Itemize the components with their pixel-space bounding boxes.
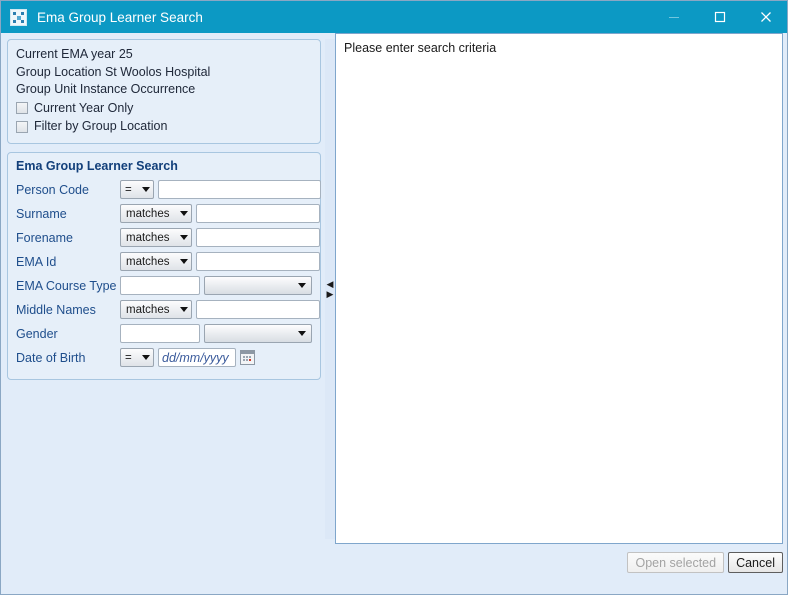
minimize-button[interactable]	[651, 1, 697, 33]
label-person-code: Person Code	[16, 182, 89, 197]
operator-select-forename[interactable]: matches	[120, 228, 192, 247]
label-date-of-birth: Date of Birth	[16, 350, 86, 365]
operator-value-middle-names: matches	[126, 303, 170, 316]
maximize-button[interactable]	[697, 1, 743, 33]
chevron-down-icon	[142, 187, 150, 192]
label-gender: Gender	[16, 326, 58, 341]
close-button[interactable]	[743, 1, 787, 33]
search-panel-title: Ema Group Learner Search	[16, 158, 178, 173]
input-ema-id[interactable]	[196, 252, 320, 271]
chevron-down-icon	[142, 355, 150, 360]
results-message: Please enter search criteria	[344, 41, 497, 55]
info-line-ema-year: Current EMA year 25	[16, 47, 133, 61]
operator-value-surname: matches	[126, 207, 170, 220]
window-controls	[651, 1, 787, 33]
operator-value-person-code: =	[125, 183, 132, 196]
input-gender[interactable]	[120, 324, 200, 343]
operator-value-forename: matches	[126, 231, 170, 244]
input-date-of-birth[interactable]	[158, 348, 236, 367]
form-row-person-code: Person Code =	[16, 178, 321, 202]
label-ema-course-type: EMA Course Type	[16, 278, 117, 293]
input-person-code[interactable]	[158, 180, 321, 199]
checkbox-filter-by-group-location[interactable]	[16, 120, 28, 133]
chevron-down-icon	[180, 211, 188, 216]
cancel-button[interactable]: Cancel	[728, 552, 783, 573]
form-row-ema-course-type: EMA Course Type	[16, 274, 312, 298]
operator-select-middle-names[interactable]: matches	[120, 300, 192, 319]
operator-select-surname[interactable]: matches	[120, 204, 192, 223]
footer-button-bar: Open selected Cancel	[1, 549, 787, 594]
info-line-group-unit: Group Unit Instance Occurrence	[16, 82, 196, 96]
form-row-middle-names: Middle Names matches	[16, 298, 320, 322]
title-bar: Ema Group Learner Search	[1, 1, 787, 33]
form-row-surname: Surname matches	[16, 202, 320, 226]
operator-select-ema-id[interactable]: matches	[120, 252, 192, 271]
context-info-panel: Current EMA year 25 Group Location St Wo…	[7, 39, 321, 144]
application-window: Ema Group Learner Search Current EMA yea…	[0, 0, 788, 595]
open-selected-button[interactable]: Open selected	[627, 552, 725, 573]
checkbox-current-year-only[interactable]	[16, 102, 28, 115]
operator-value-ema-id: matches	[126, 255, 170, 268]
checkbox-row-filter-by-group-location[interactable]: Filter by Group Location	[16, 118, 312, 136]
search-criteria-panel: Ema Group Learner Search Person Code = S…	[7, 151, 321, 380]
calendar-icon[interactable]	[240, 350, 255, 365]
operator-select-date-of-birth[interactable]: =	[120, 348, 154, 367]
results-panel[interactable]: Please enter search criteria	[335, 33, 783, 544]
checkbox-label-filter-by-group-location: Filter by Group Location	[34, 119, 168, 133]
chevron-down-icon	[180, 235, 188, 240]
label-ema-id: EMA Id	[16, 254, 57, 269]
app-grid-icon	[10, 8, 27, 26]
operator-select-person-code[interactable]: =	[120, 180, 154, 199]
window-title: Ema Group Learner Search	[37, 9, 203, 25]
input-middle-names[interactable]	[196, 300, 320, 319]
combo-ema-course-type[interactable]	[204, 276, 312, 295]
form-row-forename: Forename matches	[16, 226, 320, 250]
input-ema-course-type[interactable]	[120, 276, 200, 295]
chevron-down-icon	[298, 283, 306, 288]
label-middle-names: Middle Names	[16, 302, 96, 317]
form-row-date-of-birth: Date of Birth =	[16, 346, 312, 370]
chevron-down-icon	[298, 331, 306, 336]
label-surname: Surname	[16, 206, 67, 221]
chevron-down-icon	[180, 307, 188, 312]
chevron-down-icon	[180, 259, 188, 264]
left-column: Current EMA year 25 Group Location St Wo…	[7, 39, 321, 380]
info-line-group-location: Group Location St Woolos Hospital	[16, 64, 211, 79]
form-row-ema-id: EMA Id matches	[16, 250, 320, 274]
label-forename: Forename	[16, 230, 73, 245]
combo-gender[interactable]	[204, 324, 312, 343]
panel-splitter[interactable]: ◀ ▶	[325, 39, 335, 539]
form-row-gender: Gender	[16, 322, 312, 346]
checkbox-row-current-year-only[interactable]: Current Year Only	[16, 100, 312, 118]
input-forename[interactable]	[196, 228, 320, 247]
collapse-right-icon[interactable]: ▶	[327, 289, 334, 299]
operator-value-date-of-birth: =	[125, 351, 132, 364]
input-surname[interactable]	[196, 204, 320, 223]
checkbox-label-current-year-only: Current Year Only	[34, 100, 134, 115]
collapse-left-icon[interactable]: ◀	[327, 279, 334, 289]
